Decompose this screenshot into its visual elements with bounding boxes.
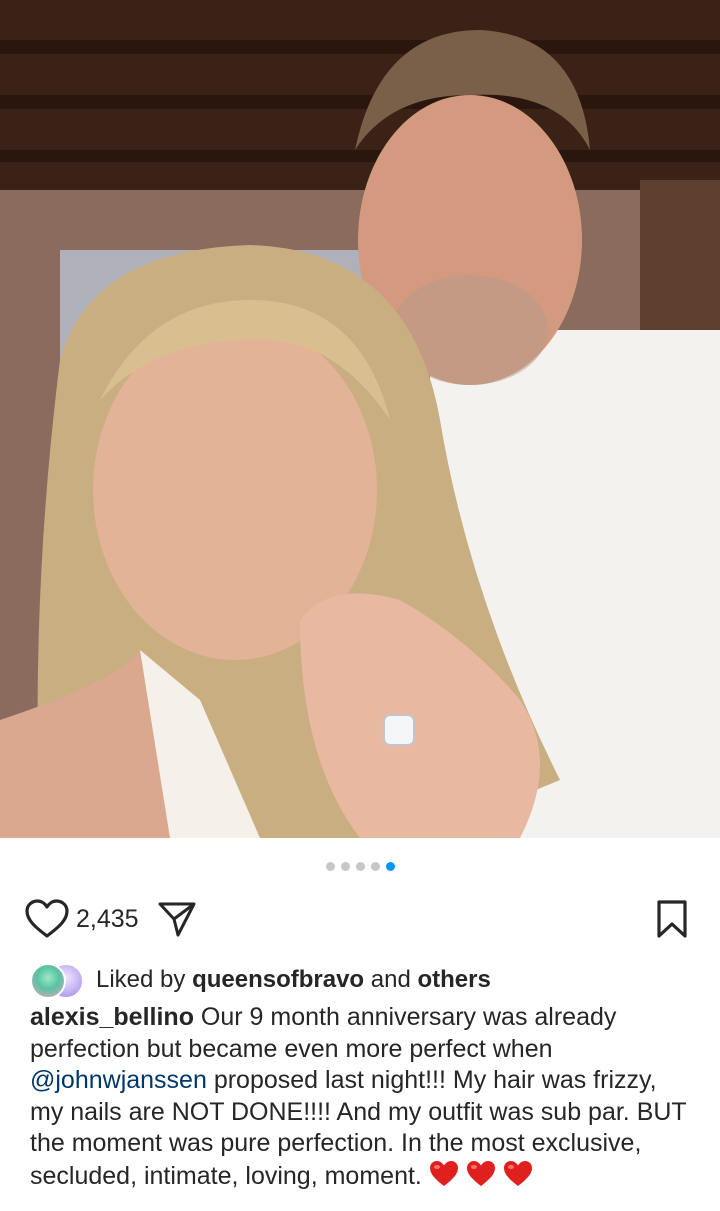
red-heart-emoji — [429, 1160, 459, 1197]
heart-outline-icon[interactable] — [24, 896, 70, 942]
carousel-dot — [355, 862, 365, 871]
post-photo[interactable] — [0, 0, 720, 838]
carousel-dot — [370, 862, 380, 871]
heart-emojis — [429, 1160, 533, 1190]
paper-plane-icon[interactable] — [155, 897, 199, 941]
red-heart-emoji — [503, 1160, 533, 1197]
liker-avatars — [30, 963, 88, 999]
liked-by-prefix: Liked by — [96, 966, 186, 993]
red-heart-emoji — [466, 1160, 496, 1197]
carousel-indicator — [0, 862, 720, 871]
liked-by-joiner: and — [370, 966, 411, 993]
like-count[interactable]: 2,435 — [76, 905, 139, 934]
caption-mention[interactable]: @johnwjanssen — [30, 1066, 207, 1094]
caption-username[interactable]: alexis_bellino — [30, 1003, 194, 1031]
carousel-dot-active — [385, 862, 395, 871]
avatar — [30, 963, 66, 999]
liked-by-row[interactable]: Liked by queensofbravo and others — [30, 960, 700, 1000]
liked-by-text: Liked by queensofbravo and others — [96, 966, 491, 994]
photo-illustration — [0, 0, 720, 838]
carousel-dot — [325, 862, 335, 871]
post-caption: alexis_bellino Our 9 month anniversary w… — [30, 1002, 694, 1197]
carousel-dot — [340, 862, 350, 871]
liked-by-others[interactable]: others — [417, 966, 490, 993]
liked-by-user[interactable]: queensofbravo — [192, 966, 364, 993]
post-action-bar: 2,435 — [24, 893, 694, 945]
bookmark-outline-icon[interactable] — [650, 897, 694, 941]
